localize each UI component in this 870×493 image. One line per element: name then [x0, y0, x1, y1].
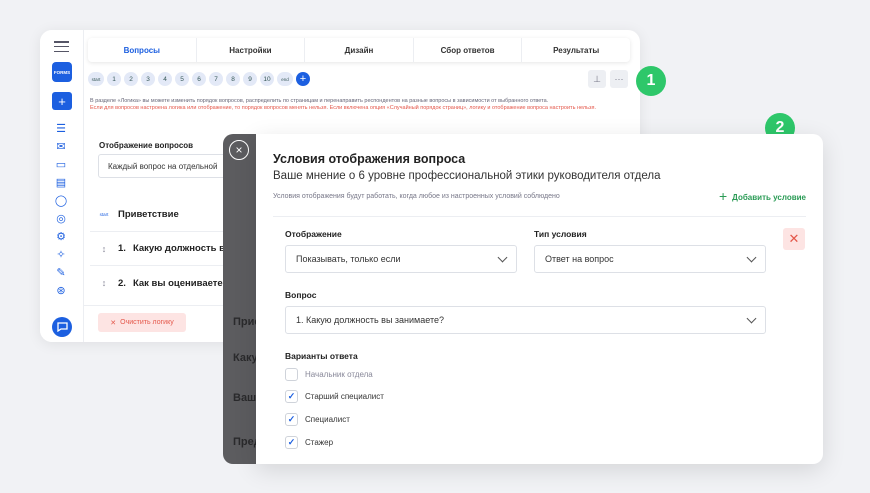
chevron-down-icon — [746, 313, 757, 323]
checkbox-checked[interactable]: ✓ — [285, 412, 298, 426]
puzzle-icon[interactable]: ✧ — [54, 248, 68, 261]
modal-title: Условия отображения вопроса — [273, 152, 466, 166]
user-icon[interactable]: ◯ — [54, 194, 68, 207]
question-nav-item[interactable]: 9 — [243, 72, 257, 86]
divider — [273, 216, 806, 217]
main-tabs: Вопросы Настройки Дизайн Сбор ответов Ре… — [88, 38, 630, 62]
checkbox-checked[interactable]: ✓ — [285, 389, 298, 403]
backdrop-text: Каку — [233, 352, 256, 364]
question-nav-item[interactable]: 10 — [260, 72, 274, 86]
answer-option-label: Начальник отдела — [305, 369, 373, 379]
backdrop-text: Прие — [233, 316, 256, 328]
chat-icon — [56, 322, 68, 332]
condition-type-value: Ответ на вопрос — [545, 254, 614, 264]
question-nav-item[interactable]: 3 — [141, 72, 155, 86]
question-nav-item[interactable]: 2 — [124, 72, 138, 86]
logic-info-text: В разделе «Логика» вы можете изменить по… — [90, 98, 549, 104]
checkbox[interactable]: ✓ — [285, 367, 298, 381]
question-nav-item[interactable]: 8 — [226, 72, 240, 86]
delete-condition-button[interactable]: ✕ — [783, 228, 805, 250]
chevron-down-icon — [746, 252, 757, 262]
list-icon[interactable]: ☰ — [54, 122, 68, 135]
answer-option-label: Специалист — [305, 414, 350, 424]
comment-icon[interactable]: ▭ — [54, 158, 68, 171]
plus-icon: + — [718, 188, 728, 204]
target-icon[interactable]: ◎ — [54, 212, 68, 225]
question-number: 1. — [118, 243, 126, 254]
question-label: Вопрос — [285, 290, 317, 300]
drag-handle-icon[interactable]: ↕ — [90, 244, 118, 254]
question-nav-item[interactable]: 6 — [192, 72, 206, 86]
answer-option-label: Старший специалист — [305, 391, 384, 401]
display-select-value: Показывать, только если — [296, 254, 401, 264]
backdrop-text: Пред — [233, 436, 256, 448]
help-icon[interactable]: ⊛ — [54, 284, 68, 297]
tab-settings[interactable]: Настройки — [197, 38, 306, 62]
add-question-button[interactable]: + — [296, 72, 310, 86]
display-label: Отображение — [285, 229, 342, 239]
step-badge-1: 1 — [636, 66, 666, 96]
question-nav-end[interactable]: end — [277, 72, 293, 86]
modal-subtitle: Ваше мнение о 6 уровне профессиональной … — [273, 170, 661, 182]
checkbox-checked[interactable]: ✓ — [285, 435, 298, 449]
chat-button[interactable] — [52, 317, 72, 337]
tab-design[interactable]: Дизайн — [305, 38, 414, 62]
gear-icon[interactable]: ⚙ — [54, 230, 68, 243]
add-condition-button[interactable]: + Добавить условие — [718, 188, 806, 204]
close-modal-button[interactable]: × — [229, 140, 249, 160]
answer-option-label: Стажер — [305, 437, 334, 447]
clear-logic-label: Очистить логику — [120, 319, 174, 326]
tab-collect[interactable]: Сбор ответов — [414, 38, 523, 62]
backdrop-text: Ваш — [233, 392, 256, 404]
edit-icon[interactable]: ✎ — [54, 266, 68, 279]
answer-option[interactable]: ✓ Начальник отдела — [285, 367, 373, 381]
more-icon[interactable]: ··· — [610, 70, 628, 88]
add-condition-label: Добавить условие — [732, 192, 806, 202]
condition-type-select[interactable]: Ответ на вопрос — [534, 245, 766, 273]
answer-option[interactable]: ✓ Специалист — [285, 412, 350, 426]
question-nav-item[interactable]: 1 — [107, 72, 121, 86]
app-logo: FORMS — [52, 62, 72, 82]
mail-icon[interactable]: ✉ — [54, 140, 68, 153]
clear-logic-button[interactable]: ✕ Очистить логику — [98, 313, 186, 332]
menu-icon[interactable] — [54, 41, 69, 53]
condition-type-label: Тип условия — [534, 229, 587, 239]
display-conditions-modal: Условия отображения вопроса Ваше мнение … — [256, 134, 823, 464]
modal-backdrop[interactable]: × Прие Каку Ваш Пред — [223, 134, 256, 464]
question-select-value: 1. Какую должность вы занимаете? — [296, 315, 444, 325]
greeting-title: Приветствие — [118, 209, 179, 220]
display-select[interactable]: Показывать, только если — [285, 245, 517, 273]
display-mode-label: Отображение вопросов — [99, 141, 194, 150]
chevron-down-icon — [497, 252, 508, 262]
tab-questions[interactable]: Вопросы — [88, 38, 197, 62]
question-nav-item[interactable]: 4 — [158, 72, 172, 86]
tab-results[interactable]: Результаты — [522, 38, 630, 62]
question-number: 2. — [118, 277, 126, 289]
answer-option[interactable]: ✓ Старший специалист — [285, 389, 384, 403]
question-nav-item[interactable]: 5 — [175, 72, 189, 86]
question-text: Какую должность в — [132, 243, 225, 254]
question-nav: start 1 2 3 4 5 6 7 8 9 10 end + — [88, 72, 310, 86]
sidebar: FORMS + ☰ ✉ ▭ ▤ ◯ ◎ ⚙ ✧ ✎ ⊛ — [40, 30, 84, 342]
inbox-icon[interactable]: ▤ — [54, 176, 68, 189]
close-icon: ✕ — [788, 231, 800, 246]
answer-option[interactable]: ✓ Стажер — [285, 435, 333, 449]
question-text: Как вы оцениваете — [132, 277, 223, 289]
question-nav-start[interactable]: start — [88, 72, 104, 86]
drag-handle-icon[interactable]: ↕ — [90, 278, 118, 288]
answers-label: Варианты ответа — [285, 351, 358, 361]
question-select[interactable]: 1. Какую должность вы занимаете? — [285, 306, 766, 334]
start-tag: start — [99, 212, 109, 217]
close-icon: × — [235, 143, 243, 157]
logic-warning-text: Если для вопросов настроена логика или о… — [90, 105, 596, 111]
question-nav-item[interactable]: 7 — [209, 72, 223, 86]
create-button[interactable]: + — [52, 92, 72, 110]
close-icon: ✕ — [110, 319, 117, 327]
tree-icon[interactable]: ⊥ — [588, 70, 606, 88]
modal-hint: Условия отображения будут работать, когд… — [273, 193, 560, 200]
